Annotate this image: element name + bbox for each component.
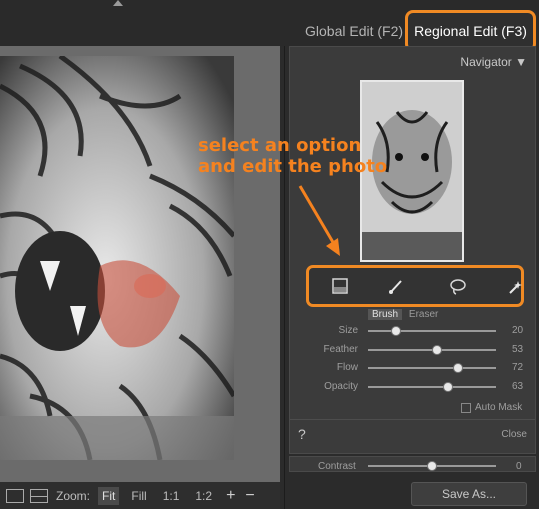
flow-slider-row: Flow 72 <box>290 361 530 375</box>
brush-mode-row: Brush Eraser <box>368 309 438 320</box>
navigator-header[interactable]: Navigator ▼ <box>460 55 527 69</box>
zoom-toolbar: Zoom: Fit Fill 1:1 1:2 + − <box>0 482 280 509</box>
opacity-value: 63 <box>512 381 524 392</box>
feather-slider-knob[interactable] <box>432 345 442 355</box>
gradient-tool-icon[interactable] <box>331 278 349 296</box>
regional-tools-group <box>306 265 524 307</box>
brush-tool-icon[interactable] <box>387 278 405 296</box>
zoom-in-button[interactable]: + <box>226 487 235 505</box>
help-icon[interactable]: ? <box>298 426 306 442</box>
collapse-arrow-icon[interactable] <box>113 0 123 6</box>
annotation-line-2: and edit the photo <box>198 156 388 177</box>
size-slider[interactable] <box>368 330 496 332</box>
tiger-image <box>0 56 234 460</box>
eraser-mode-button[interactable]: Eraser <box>409 309 438 320</box>
size-slider-knob[interactable] <box>391 326 401 336</box>
flow-slider-knob[interactable] <box>453 363 463 373</box>
opacity-slider-row: Opacity 63 <box>290 380 530 394</box>
zoom-label: Zoom: <box>56 488 91 503</box>
feather-value: 53 <box>512 344 524 355</box>
panel-divider <box>290 419 535 420</box>
size-value: 20 <box>512 325 524 336</box>
contrast-label: Contrast <box>318 461 356 472</box>
contrast-value: 0 <box>516 461 522 472</box>
tutorial-annotation: select an option and edit the photo <box>198 135 387 177</box>
tiger-photo <box>0 56 234 460</box>
zoom-fill-button[interactable]: Fill <box>127 487 150 505</box>
zoom-1-2-button[interactable]: 1:2 <box>191 487 216 505</box>
contrast-slider-knob[interactable] <box>427 461 437 471</box>
auto-mask-option[interactable]: Auto Mask <box>461 402 522 413</box>
auto-mask-checkbox[interactable] <box>461 402 471 413</box>
annotation-line-1: select an option <box>198 135 362 156</box>
flow-slider[interactable] <box>368 367 496 369</box>
opacity-slider-knob[interactable] <box>443 382 453 392</box>
magic-wand-tool-icon[interactable] <box>506 278 524 296</box>
top-bar: Global Edit (F2) Regional Edit (F3) <box>0 0 539 52</box>
adjustments-panel: Contrast 0 <box>289 456 536 472</box>
zoom-out-button[interactable]: − <box>245 487 254 505</box>
auto-mask-label: Auto Mask <box>475 402 523 413</box>
opacity-slider[interactable] <box>368 386 496 388</box>
annotation-arrow-icon <box>298 185 340 256</box>
image-viewer[interactable] <box>0 46 280 482</box>
feather-label: Feather <box>323 344 358 355</box>
zoom-1-1-button[interactable]: 1:1 <box>159 487 184 505</box>
split-view-icon[interactable] <box>30 488 48 503</box>
opacity-label: Opacity <box>324 381 358 392</box>
single-view-icon[interactable] <box>6 488 24 503</box>
zoom-fit-button[interactable]: Fit <box>98 486 120 505</box>
flow-value: 72 <box>512 362 524 373</box>
brush-mode-button[interactable]: Brush <box>368 309 403 320</box>
lasso-tool-icon[interactable] <box>449 278 467 296</box>
save-as-button[interactable]: Save As... <box>411 482 527 506</box>
close-button[interactable]: Close <box>501 429 527 440</box>
flow-label: Flow <box>336 362 358 373</box>
tab-global-edit[interactable]: Global Edit (F2) <box>305 23 403 39</box>
size-label: Size <box>338 325 358 336</box>
size-slider-row: Size 20 <box>290 324 530 338</box>
feather-slider-row: Feather 53 <box>290 343 530 357</box>
right-panel: Navigator ▼ Brush Eraser Size 20 Feather… <box>284 46 539 509</box>
